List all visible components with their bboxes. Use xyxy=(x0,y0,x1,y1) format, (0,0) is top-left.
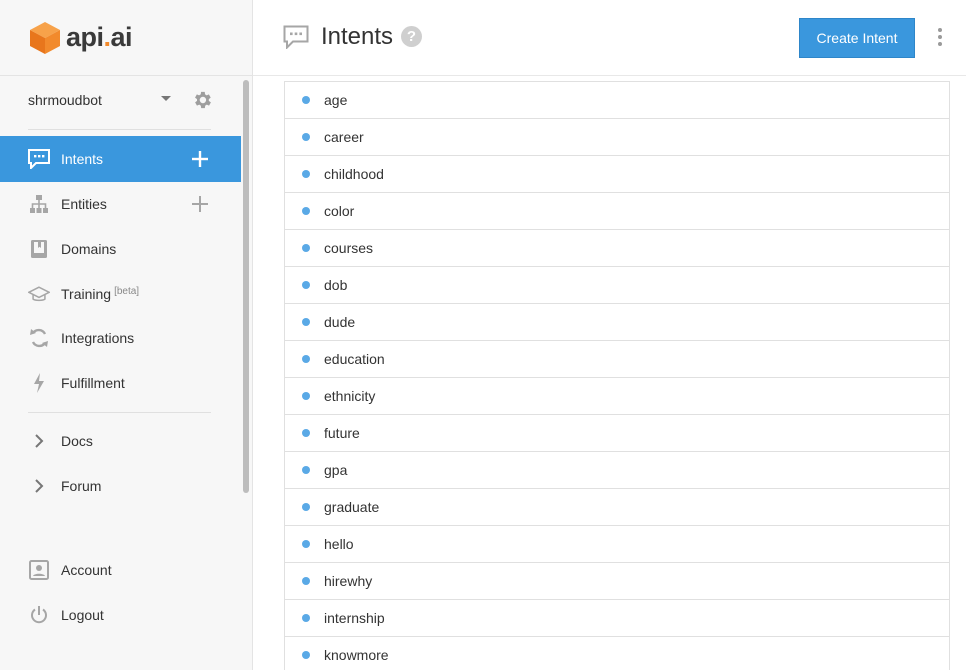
status-dot-icon xyxy=(302,614,310,622)
intent-row[interactable]: hello xyxy=(285,525,949,562)
intent-row[interactable]: dude xyxy=(285,303,949,340)
sidebar-item-label: Integrations xyxy=(61,330,135,346)
status-dot-icon xyxy=(302,540,310,548)
sidebar: api.ai shrmoudbot Intents Entities Domai… xyxy=(0,0,253,670)
logo[interactable]: api.ai xyxy=(0,0,252,76)
sidebar-item-label: Entities xyxy=(61,196,107,212)
status-dot-icon xyxy=(302,170,310,178)
agent-selector[interactable]: shrmoudbot xyxy=(0,76,240,124)
create-intent-button[interactable]: Create Intent xyxy=(799,18,915,58)
sidebar-item-label: Domains xyxy=(61,241,117,257)
intent-row[interactable]: future xyxy=(285,414,949,451)
add-intent-icon[interactable] xyxy=(192,151,208,167)
intent-name: color xyxy=(324,203,355,219)
intent-name: dude xyxy=(324,314,356,330)
intent-row[interactable]: age xyxy=(285,81,949,118)
intent-name: education xyxy=(324,351,385,367)
intent-row[interactable]: graduate xyxy=(285,488,949,525)
page-title: Intents xyxy=(321,23,394,50)
more-options-icon[interactable] xyxy=(937,28,943,46)
chat-bubble-icon xyxy=(28,148,50,170)
intent-name: ethnicity xyxy=(324,388,376,404)
status-dot-icon xyxy=(302,281,310,289)
sidebar-item-label: Docs xyxy=(61,433,93,449)
sidebar-item-forum[interactable]: Forum xyxy=(0,463,241,509)
sidebar-item-label: Training [beta] xyxy=(61,286,140,302)
sidebar-item-label: Intents xyxy=(61,151,104,167)
graduation-cap-icon xyxy=(28,283,50,305)
status-dot-icon xyxy=(302,244,310,252)
chevron-right-icon xyxy=(28,430,50,452)
sidebar-item-logout[interactable]: Logout xyxy=(0,592,241,638)
sidebar-item-intents[interactable]: Intents xyxy=(0,136,241,182)
api-ai-cube-icon xyxy=(30,21,60,54)
status-dot-icon xyxy=(302,466,310,474)
intent-row[interactable]: ethnicity xyxy=(285,377,949,414)
intent-row[interactable]: hirewhy xyxy=(285,562,949,599)
sidebar-item-label: Logout xyxy=(61,607,104,623)
sidebar-item-label: Account xyxy=(61,562,112,578)
intent-row[interactable]: gpa xyxy=(285,451,949,488)
sidebar-item-label: Forum xyxy=(61,478,102,494)
intent-name: hirewhy xyxy=(324,573,373,589)
chevron-down-icon[interactable] xyxy=(161,96,171,101)
intent-name: courses xyxy=(324,240,374,256)
sidebar-item-training[interactable]: Training [beta] xyxy=(0,271,241,317)
intent-row[interactable]: courses xyxy=(285,229,949,266)
intent-list: age career childhood color courses dob dude edu… xyxy=(284,81,950,670)
add-entity-icon[interactable] xyxy=(192,196,208,212)
status-dot-icon xyxy=(302,133,310,141)
status-dot-icon xyxy=(302,503,310,511)
chat-bubble-icon xyxy=(283,25,309,49)
intent-row[interactable]: education xyxy=(285,340,949,377)
sidebar-item-integrations[interactable]: Integrations xyxy=(0,315,241,361)
gear-icon[interactable] xyxy=(191,89,213,111)
intent-name: dob xyxy=(324,277,348,293)
book-icon xyxy=(28,238,50,260)
intent-row[interactable]: career xyxy=(285,118,949,155)
intent-name: age xyxy=(324,92,348,108)
sidebar-item-docs[interactable]: Docs xyxy=(0,418,241,464)
sidebar-item-account[interactable]: Account xyxy=(0,547,241,593)
intent-name: internship xyxy=(324,610,385,626)
agent-name: shrmoudbot xyxy=(28,92,102,108)
intent-name: childhood xyxy=(324,166,384,182)
intent-row[interactable]: color xyxy=(285,192,949,229)
status-dot-icon xyxy=(302,355,310,363)
sidebar-divider xyxy=(28,412,211,413)
intent-name: graduate xyxy=(324,499,380,515)
status-dot-icon xyxy=(302,96,310,104)
intent-row[interactable]: knowmore xyxy=(285,636,949,670)
sidebar-scrollbar[interactable] xyxy=(243,80,249,493)
intent-name: knowmore xyxy=(324,647,389,663)
user-card-icon xyxy=(28,559,50,581)
refresh-icon xyxy=(28,327,50,349)
status-dot-icon xyxy=(302,577,310,585)
intent-name: future xyxy=(324,425,360,441)
status-dot-icon xyxy=(302,207,310,215)
lightning-bolt-icon xyxy=(28,372,50,394)
sidebar-item-label: Fulfillment xyxy=(61,375,125,391)
beta-badge: [beta] xyxy=(114,286,140,297)
intent-row[interactable]: childhood xyxy=(285,155,949,192)
sidebar-item-domains[interactable]: Domains xyxy=(0,226,241,272)
intent-row[interactable]: dob xyxy=(285,266,949,303)
status-dot-icon xyxy=(302,318,310,326)
intent-row[interactable]: internship xyxy=(285,599,949,636)
intent-name: career xyxy=(324,129,364,145)
intent-name: hello xyxy=(324,536,354,552)
logo-text: api.ai xyxy=(66,22,133,52)
sidebar-item-fulfillment[interactable]: Fulfillment xyxy=(0,360,241,406)
status-dot-icon xyxy=(302,651,310,659)
page-header: Intents ? Create Intent xyxy=(253,0,966,76)
status-dot-icon xyxy=(302,392,310,400)
help-icon[interactable]: ? xyxy=(401,26,422,47)
power-icon xyxy=(28,604,50,626)
chevron-right-icon xyxy=(28,475,50,497)
sidebar-divider xyxy=(28,129,211,130)
intent-name: gpa xyxy=(324,462,348,478)
hierarchy-icon xyxy=(28,193,50,215)
status-dot-icon xyxy=(302,429,310,437)
sidebar-item-entities[interactable]: Entities xyxy=(0,181,241,227)
